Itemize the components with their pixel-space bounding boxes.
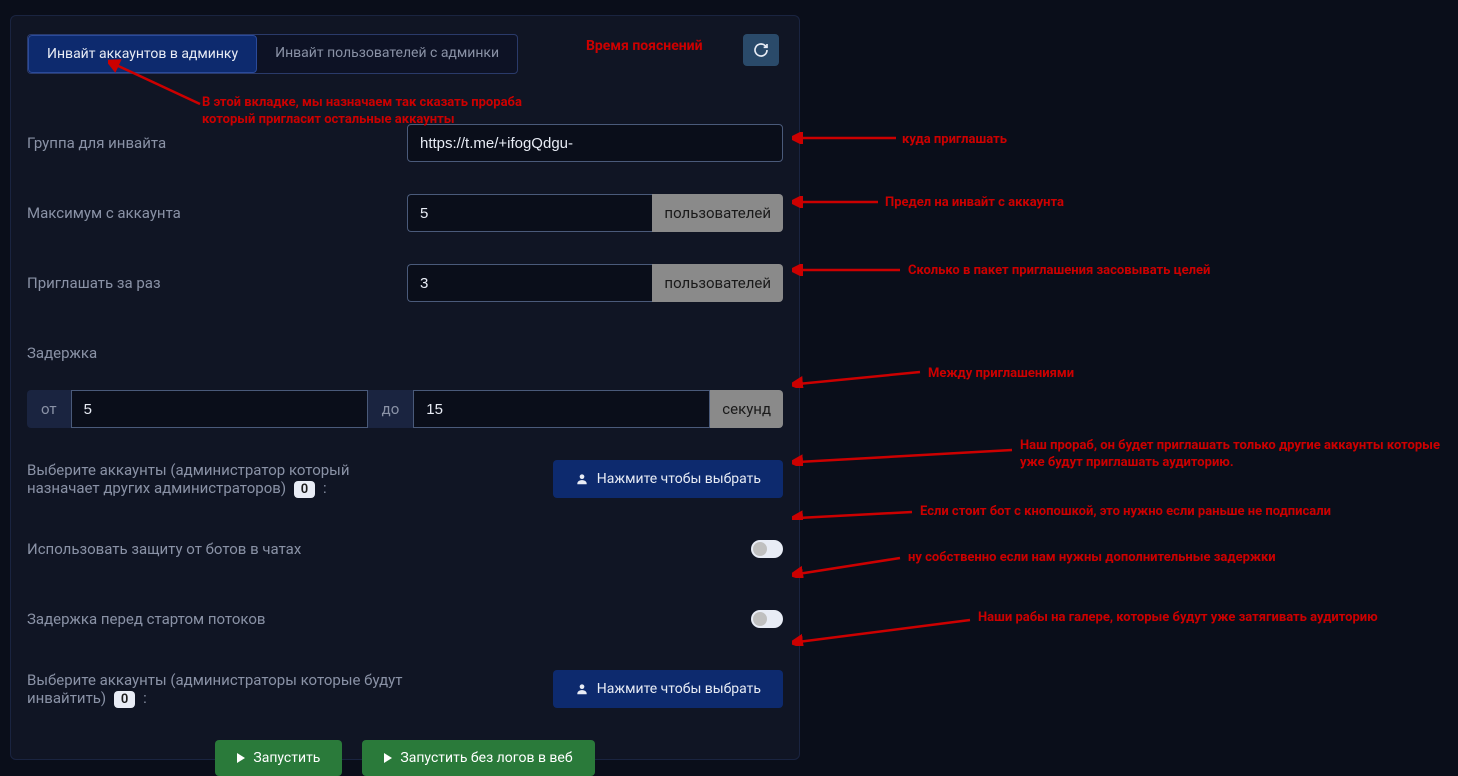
arrow-delay bbox=[792, 368, 924, 388]
annotation-delay: Между приглашениями bbox=[928, 366, 1074, 383]
row-select-inviters: Выберите аккаунты (администраторы которы… bbox=[27, 670, 783, 708]
annotation-title: Время пояснений bbox=[586, 38, 703, 54]
row-delay-label: Задержка bbox=[27, 334, 783, 372]
input-delay-to[interactable] bbox=[413, 390, 710, 428]
toggle-bot-protect[interactable] bbox=[751, 540, 783, 558]
main-panel: Инвайт аккаунтов в админку Инвайт пользо… bbox=[10, 15, 800, 760]
toggle-delay-threads[interactable] bbox=[751, 610, 783, 628]
suffix-delay: секунд bbox=[710, 390, 783, 428]
select-inviters-button[interactable]: Нажмите чтобы выбрать bbox=[553, 670, 783, 708]
person-icon bbox=[575, 682, 589, 696]
input-batch[interactable] bbox=[407, 264, 652, 302]
row-group: Группа для инвайта bbox=[27, 124, 783, 162]
input-max[interactable] bbox=[407, 194, 652, 232]
arrow-group bbox=[792, 132, 900, 144]
arrow-select-admin bbox=[792, 446, 1017, 466]
annotation-select-admin: Наш прораб, он будет приглашать только д… bbox=[1020, 438, 1440, 472]
select-admin-button[interactable]: Нажмите чтобы выбрать bbox=[553, 460, 783, 498]
label-group: Группа для инвайта bbox=[27, 134, 407, 152]
arrow-select-inviters bbox=[792, 616, 974, 646]
label-select-inviters: Выберите аккаунты (администраторы которы… bbox=[27, 671, 407, 708]
arrow-max bbox=[792, 196, 882, 208]
arrow-bot bbox=[792, 508, 917, 520]
refresh-button[interactable] bbox=[743, 34, 779, 66]
label-batch: Приглашать за раз bbox=[27, 274, 407, 292]
badge-inviters-count: 0 bbox=[114, 691, 135, 708]
suffix-batch: пользователей bbox=[652, 264, 783, 302]
prefix-to: до bbox=[368, 390, 414, 428]
label-bot-protect: Использовать защиту от ботов в чатах bbox=[27, 540, 751, 558]
row-batch: Приглашать за раз пользователей bbox=[27, 264, 783, 302]
tab-invite-to-admin[interactable]: Инвайт аккаунтов в админку bbox=[28, 35, 257, 73]
prefix-from: от bbox=[27, 390, 71, 428]
arrow-batch bbox=[792, 264, 904, 276]
annotation-select-inviters: Наши рабы на галере, которые будут уже з… bbox=[978, 610, 1378, 627]
annotation-batch: Сколько в пакет приглашения засовывать ц… bbox=[908, 263, 1210, 280]
label-select-admin: Выберите аккаунты (администратор который… bbox=[27, 461, 407, 498]
run-noweb-button[interactable]: Запустить без логов в веб bbox=[362, 740, 594, 776]
delay-inputs: от до секунд bbox=[27, 390, 783, 428]
run-button[interactable]: Запустить bbox=[215, 740, 342, 776]
input-delay-from[interactable] bbox=[71, 390, 368, 428]
annotation-max: Предел на инвайт с аккаунта bbox=[885, 195, 1064, 212]
play-icon bbox=[384, 753, 392, 763]
buttons-row: Запустить Запустить без логов в веб bbox=[27, 740, 783, 776]
annotation-group: куда приглашать bbox=[902, 132, 1007, 149]
tab-invite-from-admin[interactable]: Инвайт пользователей с админки bbox=[257, 35, 517, 73]
row-max: Максимум с аккаунта пользователей bbox=[27, 194, 783, 232]
annotation-bot: Если стоит бот с кнопошкой, это нужно ес… bbox=[920, 504, 1331, 521]
row-bot-protect: Использовать защиту от ботов в чатах bbox=[27, 530, 783, 568]
annotation-threads: ну собственно если нам нужны дополнитель… bbox=[908, 550, 1276, 567]
label-delay: Задержка bbox=[27, 344, 407, 362]
play-icon bbox=[237, 753, 245, 763]
tab-group: Инвайт аккаунтов в админку Инвайт пользо… bbox=[27, 34, 518, 74]
suffix-max: пользователей bbox=[652, 194, 783, 232]
refresh-icon bbox=[753, 42, 769, 58]
row-select-admin: Выберите аккаунты (администратор который… bbox=[27, 460, 783, 498]
label-delay-threads: Задержка перед стартом потоков bbox=[27, 610, 751, 628]
person-icon bbox=[575, 472, 589, 486]
row-delay-threads: Задержка перед стартом потоков bbox=[27, 600, 783, 638]
badge-admin-count: 0 bbox=[294, 481, 315, 498]
label-max: Максимум с аккаунта bbox=[27, 204, 407, 222]
arrow-threads bbox=[792, 554, 904, 578]
input-group-url[interactable] bbox=[407, 124, 783, 162]
